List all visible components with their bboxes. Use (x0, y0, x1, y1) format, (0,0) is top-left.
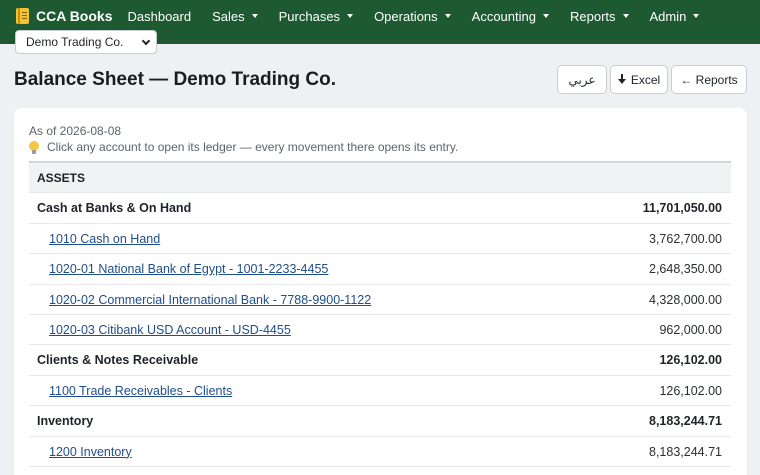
account-link[interactable]: 1100 Trade Receivables - Clients (49, 376, 232, 406)
row-amount: 126,102.00 (659, 353, 722, 368)
nav-item-reports[interactable]: Reports (559, 9, 639, 24)
export-excel-button[interactable]: Excel (610, 65, 668, 94)
caret-down-icon (542, 14, 549, 18)
nav-item-label: Dashboard (127, 8, 192, 24)
caret-down-icon (622, 14, 629, 18)
company-select[interactable]: Demo Trading Co. (15, 30, 157, 54)
company-select-value: Demo Trading Co. (26, 35, 124, 49)
caret-down-icon (444, 14, 451, 18)
account-row[interactable]: 1020-03 Citibank USD Account - USD-4455 9… (29, 315, 731, 346)
group-total-row: Inventory 8,183,244.71 (29, 406, 731, 437)
nav-item-admin[interactable]: Admin (639, 9, 710, 24)
row-amount: 2,648,350.00 (649, 262, 722, 277)
account-link[interactable]: 1020-03 Citibank USD Account - USD-4455 (49, 315, 291, 345)
export-excel-label: Excel (630, 72, 661, 87)
account-row[interactable]: 1200 Inventory 8,183,244.71 (29, 437, 731, 467)
nav-item-label: Accounting (471, 8, 536, 24)
nav-item-label: Purchases (278, 8, 341, 24)
nav-item-purchases[interactable]: Purchases (268, 9, 363, 24)
row-amount: 11,701,050.00 (642, 201, 722, 216)
row-amount: 3,762,700.00 (649, 231, 722, 246)
account-row[interactable]: 1010 Cash on Hand 3,762,700.00 (29, 224, 731, 255)
row-label: ASSETS (37, 171, 86, 185)
lightbulb-icon (29, 140, 39, 154)
nav-item-label: Operations (374, 8, 438, 24)
main-nav: Dashboard Sales Purchases Operations Account… (117, 6, 710, 26)
nav-item-operations[interactable]: Operations (364, 9, 462, 24)
nav-item-label: Admin (649, 8, 687, 24)
nav-item-dashboard[interactable]: Dashboard (117, 9, 202, 24)
brand-name: CCA Books (36, 8, 113, 24)
back-to-reports-label: ← Reports (680, 72, 738, 87)
row-label: Cash at Banks & On Hand (37, 201, 192, 216)
group-total-row: Clients & Notes Receivable 126,102.00 (29, 345, 731, 376)
row-amount: 4,328,000.00 (649, 292, 722, 307)
account-row[interactable]: 1100 Trade Receivables - Clients 126,102.… (29, 376, 731, 407)
nav-item-accounting[interactable]: Accounting (461, 9, 559, 24)
ledger-hint-text: Click any account to open its ledger — e… (47, 140, 459, 154)
row-amount: 126,102.00 (659, 383, 722, 398)
section-header-row: ASSETS (29, 163, 731, 194)
ledger-hint: Click any account to open its ledger — e… (29, 140, 458, 154)
nav-item-label: Sales (212, 8, 245, 24)
arabic-language-label: عربي (568, 72, 596, 87)
account-link[interactable]: 1020-02 Commercial International Bank - … (49, 285, 371, 315)
account-row[interactable]: 1020-02 Commercial International Bank - … (29, 285, 731, 315)
arabic-language-button[interactable]: عربي (557, 65, 607, 94)
brand[interactable]: CCA Books (16, 6, 113, 26)
chevron-down-icon (141, 36, 151, 45)
report-card: As of 2026-08-08 Click any account to op… (14, 108, 747, 475)
caret-down-icon (347, 14, 354, 18)
download-icon (617, 74, 626, 85)
row-amount: 8,183,244.71 (649, 444, 722, 459)
nav-item-label: Reports (569, 8, 616, 24)
as-of-date: As of 2026-08-08 (29, 124, 122, 138)
caret-down-icon (693, 14, 700, 18)
nav-item-sales[interactable]: Sales (202, 9, 269, 24)
balance-sheet-table: ASSETS Cash at Banks & On Hand 11,701,050.… (29, 161, 731, 467)
account-row[interactable]: 1020-01 National Bank of Egypt - 1001-22… (29, 254, 731, 285)
back-to-reports-button[interactable]: ← Reports (671, 65, 747, 94)
row-label: Clients & Notes Receivable (37, 353, 199, 368)
account-link[interactable]: 1010 Cash on Hand (49, 224, 160, 254)
page-title: Balance Sheet — Demo Trading Co. (14, 69, 337, 90)
row-amount: 8,183,244.71 (649, 414, 722, 429)
row-amount: 962,000.00 (659, 322, 722, 337)
row-label: Inventory (37, 414, 94, 429)
ledger-book-icon (16, 8, 30, 24)
account-link[interactable]: 1020-01 National Bank of Egypt - 1001-22… (49, 254, 328, 284)
caret-down-icon (251, 14, 258, 18)
account-link[interactable]: 1200 Inventory (49, 437, 132, 467)
group-total-row: Cash at Banks & On Hand 11,701,050.00 (29, 193, 731, 224)
